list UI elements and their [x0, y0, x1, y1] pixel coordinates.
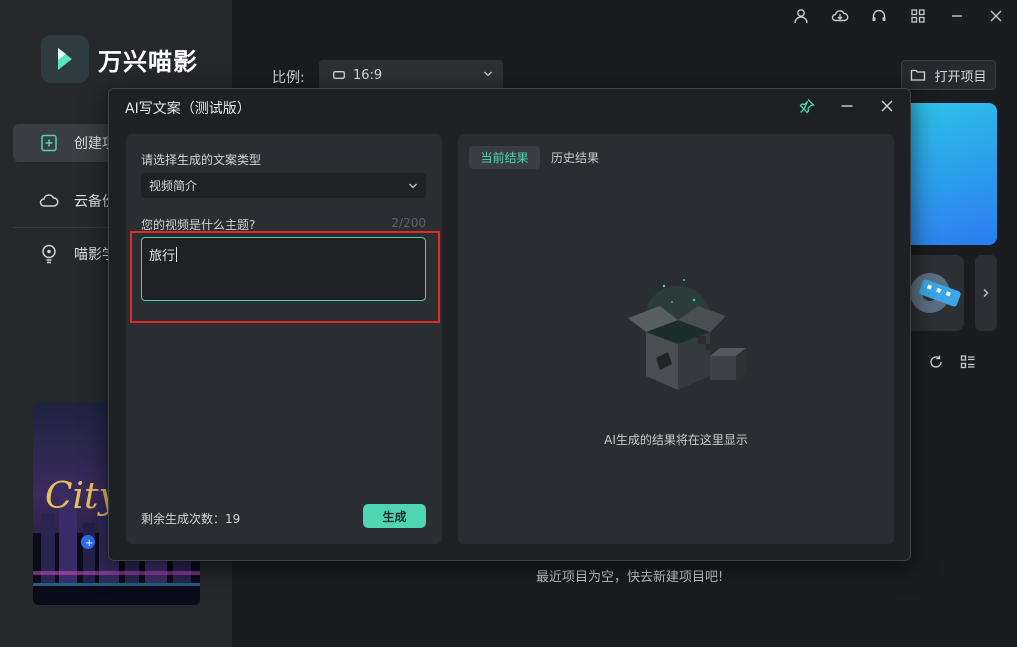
empty-box-icon	[608, 274, 748, 404]
svg-text:+: +	[85, 538, 93, 549]
topic-input[interactable]: 旅行	[141, 237, 426, 301]
list-view-icon[interactable]	[960, 354, 976, 370]
chevron-right-icon	[982, 288, 990, 298]
minimize-icon[interactable]	[946, 6, 968, 26]
cloud-download-icon[interactable]	[829, 6, 851, 26]
ratio-select[interactable]: 16:9	[319, 60, 503, 90]
app-logo-icon	[58, 48, 72, 70]
dialog-minimize-icon[interactable]	[838, 97, 856, 115]
user-icon[interactable]	[790, 6, 812, 26]
tab-history-results[interactable]: 历史结果	[545, 146, 605, 169]
close-window-icon[interactable]	[985, 6, 1007, 26]
refresh-icon[interactable]	[928, 354, 944, 370]
chevron-down-icon	[408, 179, 418, 193]
ratio-label: 比例:	[272, 70, 305, 86]
app-logo	[41, 35, 89, 83]
grid-menu-icon[interactable]	[907, 6, 929, 26]
topic-input-value: 旅行	[149, 249, 176, 264]
generate-button[interactable]: 生成	[363, 504, 426, 528]
carousel-next-button[interactable]	[975, 255, 997, 331]
brand-name: 万兴喵影	[98, 48, 198, 76]
dialog-title: AI写文案（测试版）	[125, 101, 251, 117]
monitor-icon	[333, 71, 345, 79]
copy-type-value: 视频简介	[149, 179, 198, 193]
ai-copywriting-dialog: AI写文案（测试版） 请选择生成的文案类型 视频简介 您的视频是什么主题? 2/…	[108, 88, 911, 561]
chevron-down-icon	[483, 70, 493, 78]
headset-icon[interactable]	[868, 6, 890, 26]
char-counter: 2/200	[391, 216, 426, 230]
result-panel: 当前结果 历史结果 AI生成的结果将在这里显示	[458, 134, 894, 544]
cloud-icon	[39, 191, 59, 211]
tab-current-results[interactable]: 当前结果	[469, 146, 540, 169]
folder-icon	[910, 68, 926, 82]
window-toolbar	[790, 6, 1007, 26]
input-panel: 请选择生成的文案类型 视频简介 您的视频是什么主题? 2/200 旅行 剩余生成…	[126, 134, 442, 544]
pin-icon[interactable]	[798, 97, 816, 115]
empty-recent-message: 最近项目为空，快去新建项目吧!	[536, 570, 724, 585]
text-caret	[176, 247, 178, 262]
open-project-label: 打开项目	[934, 69, 987, 85]
dialog-close-icon[interactable]	[878, 97, 896, 115]
recent-toolbar	[928, 354, 976, 370]
copy-type-select[interactable]: 视频简介	[141, 173, 426, 198]
open-project-button[interactable]: 打开项目	[901, 60, 996, 90]
ratio-value: 16:9	[353, 67, 383, 83]
dialog-controls	[798, 97, 896, 115]
lightbulb-icon	[39, 244, 59, 264]
type-label: 请选择生成的文案类型	[141, 153, 262, 167]
empty-result-message: AI生成的结果将在这里显示	[604, 433, 748, 447]
remaining-count: 剩余生成次数：19	[141, 512, 241, 526]
add-file-icon	[39, 133, 59, 153]
